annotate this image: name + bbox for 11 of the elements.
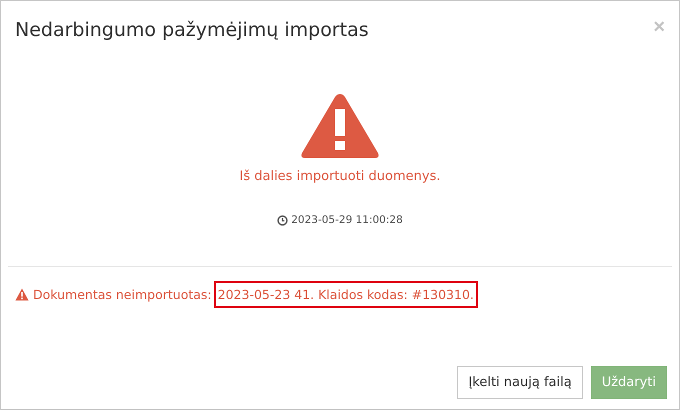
warning-icon <box>15 288 29 301</box>
timestamp: 2023-05-29 11:00:28 <box>291 214 403 226</box>
status-message: Iš dalies importuoti duomenys. <box>240 169 440 184</box>
warning-icon <box>300 91 380 161</box>
upload-button[interactable]: Įkelti naują failą <box>457 366 583 399</box>
highlighted-error-detail: 2023-05-23 41. Klaidos kodas: #130310. <box>216 283 476 306</box>
dialog-title: Nedarbingumo pažymėjimų importas <box>15 19 369 41</box>
error-label: Dokumentas neimportuotas: <box>33 287 212 302</box>
clock-icon <box>277 214 288 226</box>
close-button[interactable]: × <box>653 17 665 37</box>
close-dialog-button[interactable]: Uždaryti <box>590 366 667 399</box>
